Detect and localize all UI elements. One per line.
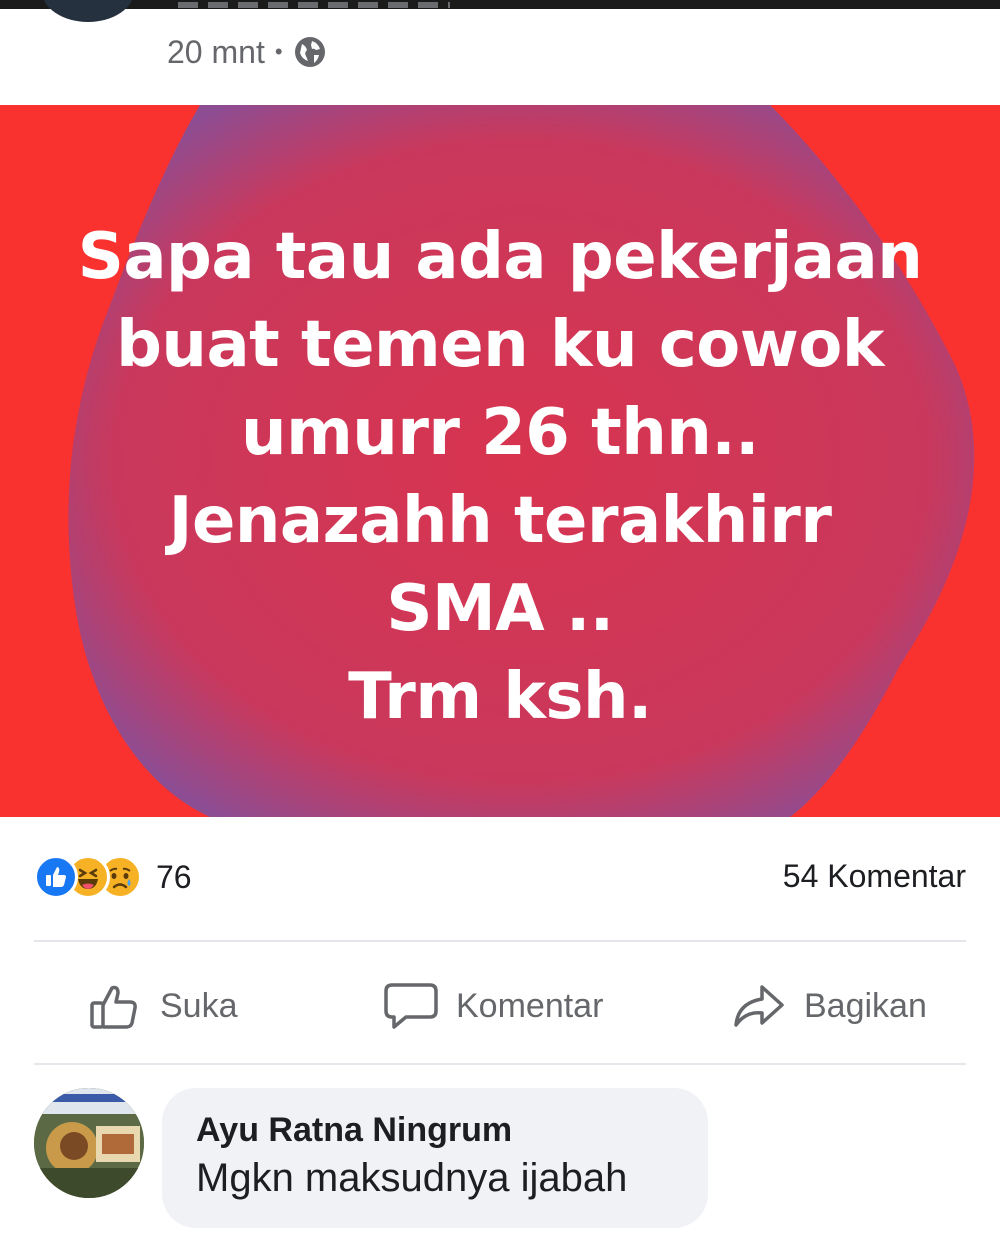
post-timestamp[interactable]: 20 mnt [167,34,265,71]
reaction-summary[interactable]: 76 [34,855,192,899]
share-button[interactable]: Bagikan [732,968,927,1044]
comment-label: Komentar [456,986,604,1025]
share-arrow-icon [734,985,784,1027]
top-edge-bar [0,0,1000,9]
comment-text: Mgkn maksudnya ijabah [196,1156,628,1200]
thumbs-up-icon [90,985,137,1029]
like-label: Suka [160,986,238,1025]
divider [34,940,966,942]
like-button[interactable]: Suka [88,968,238,1044]
poster-name-cropped[interactable] [178,0,450,10]
like-reaction-icon [34,855,78,899]
meta-separator: • [274,39,283,64]
post-actions-bar: Suka Komentar Bagikan [0,968,1000,1044]
post-text-line: Trm ksh. [348,660,652,734]
commenter-avatar-image [34,1088,144,1198]
share-label: Bagikan [804,986,927,1025]
post-text-line: buat temen ku cowok [116,308,884,382]
post-text-line: umurr 26 thn.. [241,396,759,470]
comment-count[interactable]: 54 Komentar [783,858,966,895]
comment-button[interactable]: Komentar [384,968,603,1044]
comment-author[interactable]: Ayu Ratna Ningrum [196,1108,674,1152]
post-text-line: Jenazahh terakhirr [168,484,832,558]
commenter-avatar[interactable] [34,1088,144,1198]
speech-bubble-icon [384,983,438,1029]
divider [34,1063,966,1065]
globe-icon [294,37,325,67]
reaction-count[interactable]: 76 [156,859,192,896]
post-text-line: SMA .. [386,572,614,646]
post-text: Sapa tau ada pekerjaan buat temen ku cow… [0,213,1000,741]
poster-avatar[interactable] [42,0,134,22]
post-meta: 20 mnt • [167,30,327,74]
post-background-card[interactable]: Sapa tau ada pekerjaan buat temen ku cow… [0,105,1000,817]
comment-bubble[interactable]: Ayu Ratna Ningrum Mgkn maksudnya ijabah [162,1088,708,1228]
post-text-line: Sapa tau ada pekerjaan [77,220,923,294]
